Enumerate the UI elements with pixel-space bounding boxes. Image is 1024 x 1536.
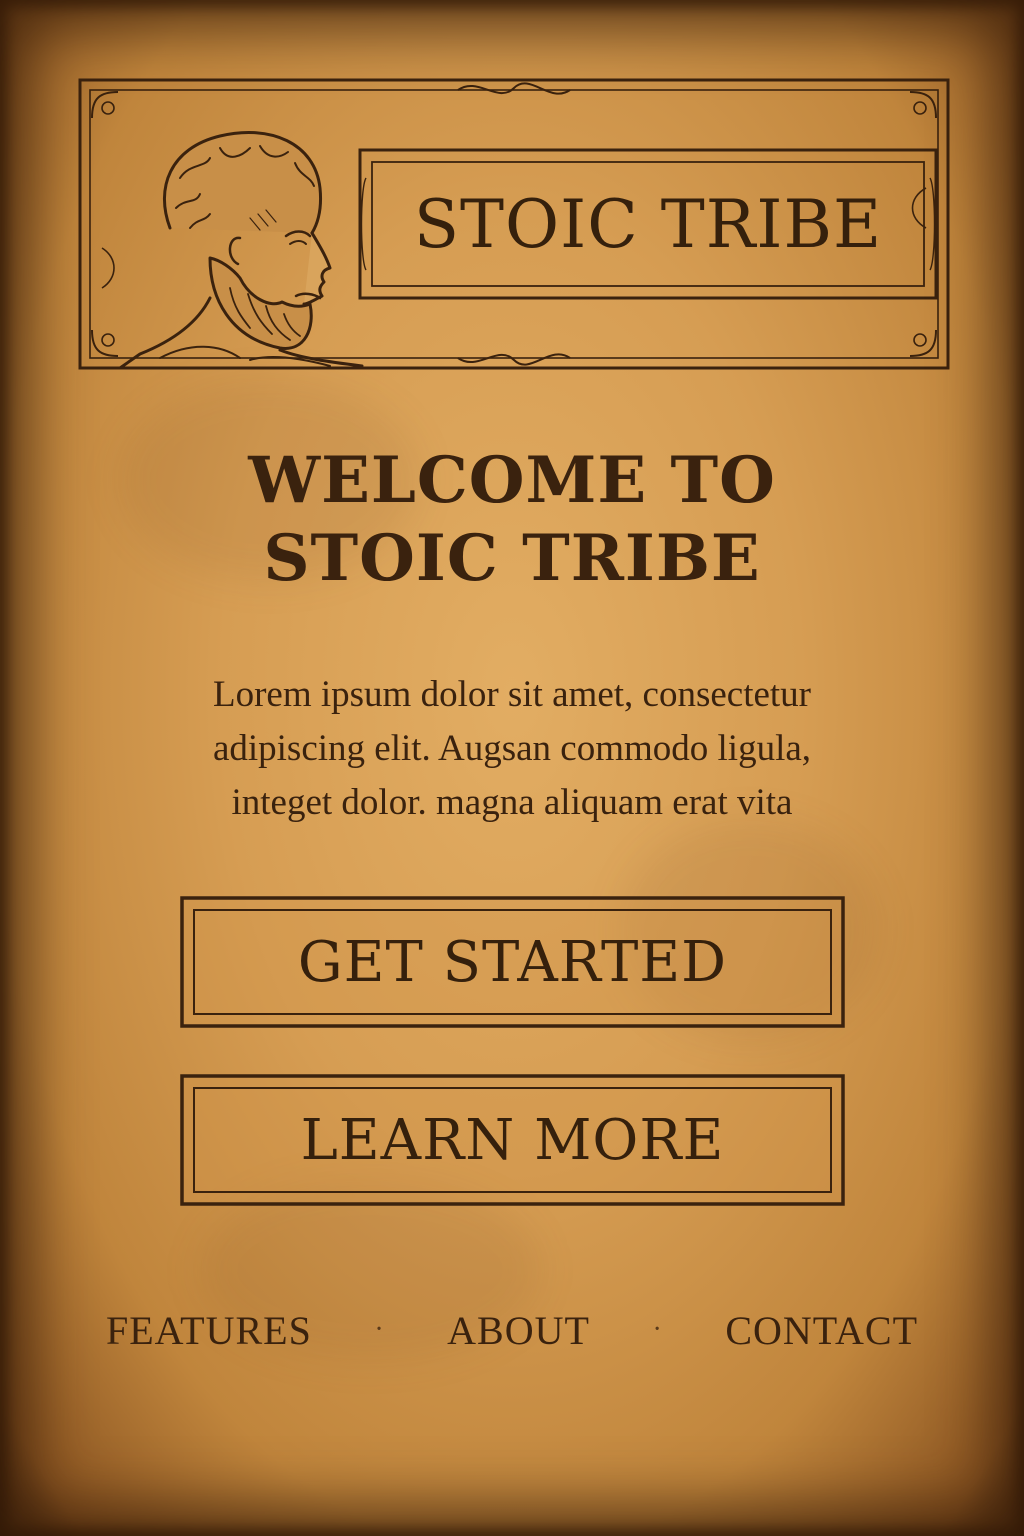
learn-more-button[interactable]: LEARN MORE: [180, 1074, 845, 1206]
hero-description-line: integet dolor. magna aliquam erat vita: [231, 782, 793, 823]
nav-separator: ·: [652, 1314, 663, 1345]
learn-more-label: LEARN MORE: [300, 1107, 725, 1173]
hero-description-line: adipiscing elit. Augsan commodo ligula,: [212, 728, 812, 769]
hero-description: Lorem ipsum dolor sit amet, consectetur …: [120, 668, 904, 830]
nav-separator: ·: [374, 1314, 385, 1345]
footer-nav: FEATURES · ABOUT · CONTACT: [100, 1300, 924, 1360]
get-started-label: GET STARTED: [297, 929, 728, 995]
logo-text: STOIC TRIBE: [413, 185, 883, 263]
hero-description-line: Lorem ipsum dolor sit amet, consectetur: [212, 674, 812, 715]
logo-box[interactable]: STOIC TRIBE: [358, 148, 938, 300]
nav-link-features[interactable]: FEATURES: [100, 1307, 318, 1354]
philosopher-bust-icon: [118, 131, 364, 368]
nav-link-about[interactable]: ABOUT: [441, 1307, 596, 1354]
hero-title-line: STOIC TRIBE: [263, 521, 761, 596]
nav-link-contact[interactable]: CONTACT: [719, 1307, 924, 1354]
parchment-page: STOIC TRIBE WELCOME TO STOIC TRIBE Lorem…: [0, 0, 1024, 1536]
hero-title: WELCOME TO STOIC TRIBE: [80, 442, 944, 598]
hero-title-line: WELCOME TO: [248, 443, 776, 518]
get-started-button[interactable]: GET STARTED: [180, 896, 845, 1028]
header-panel: STOIC TRIBE: [78, 78, 950, 370]
